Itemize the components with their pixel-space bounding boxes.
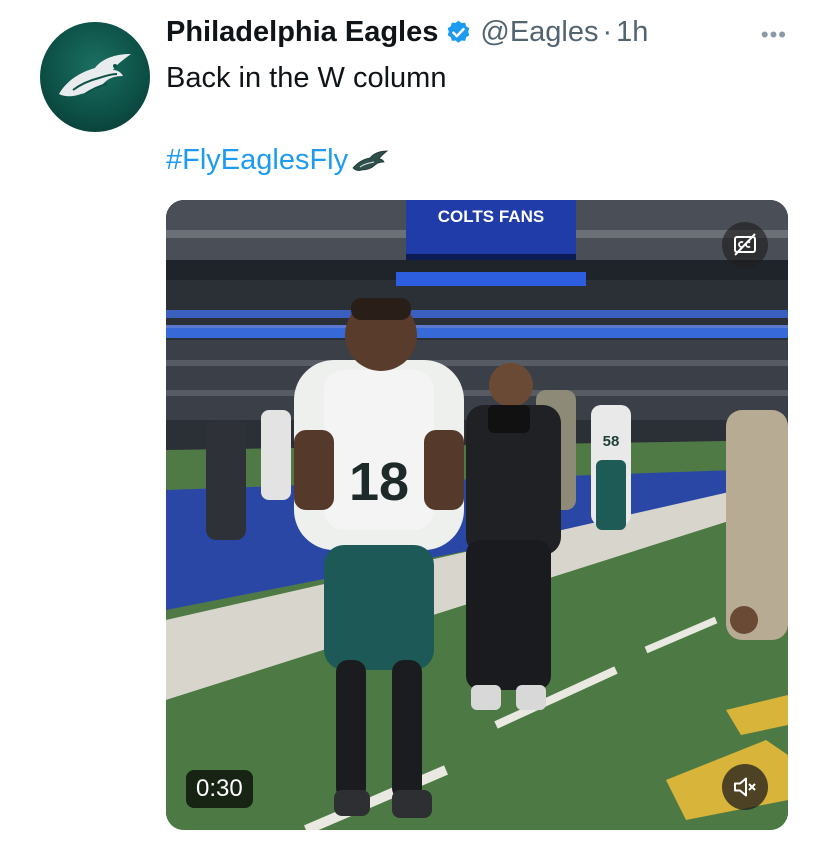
eagle-emoji-icon: [352, 150, 389, 171]
account-name[interactable]: Philadelphia Eagles: [166, 16, 438, 49]
svg-text:58: 58: [603, 433, 620, 450]
jersey-number: 18: [349, 452, 409, 512]
timestamp[interactable]: 1h: [616, 16, 648, 49]
tweet-text: Back in the W column: [166, 62, 447, 94]
verified-badge-icon: [448, 20, 470, 43]
video-duration: 0:30: [186, 770, 253, 808]
separator-dot: ·: [602, 16, 613, 48]
more-options-button[interactable]: •••: [761, 22, 787, 48]
eagle-logo-icon: [59, 54, 131, 97]
account-handle[interactable]: @Eagles: [480, 16, 598, 49]
video-player[interactable]: COLTS FANS 58 18 0:30: [166, 200, 788, 830]
scoreboard-text: COLTS FANS: [438, 207, 544, 226]
unmute-button[interactable]: [722, 764, 768, 810]
muted-speaker-icon: [734, 777, 756, 797]
tweet-header: Philadelphia Eagles @Eagles · 1h: [166, 16, 648, 49]
video-frame: COLTS FANS 58 18: [166, 200, 788, 830]
hashtag-link[interactable]: #FlyEaglesFly: [166, 144, 348, 177]
avatar[interactable]: [40, 22, 150, 132]
hashtag-line: #FlyEaglesFly: [166, 144, 389, 177]
closed-captions-icon: [734, 233, 756, 256]
closed-captions-button[interactable]: [722, 222, 768, 268]
